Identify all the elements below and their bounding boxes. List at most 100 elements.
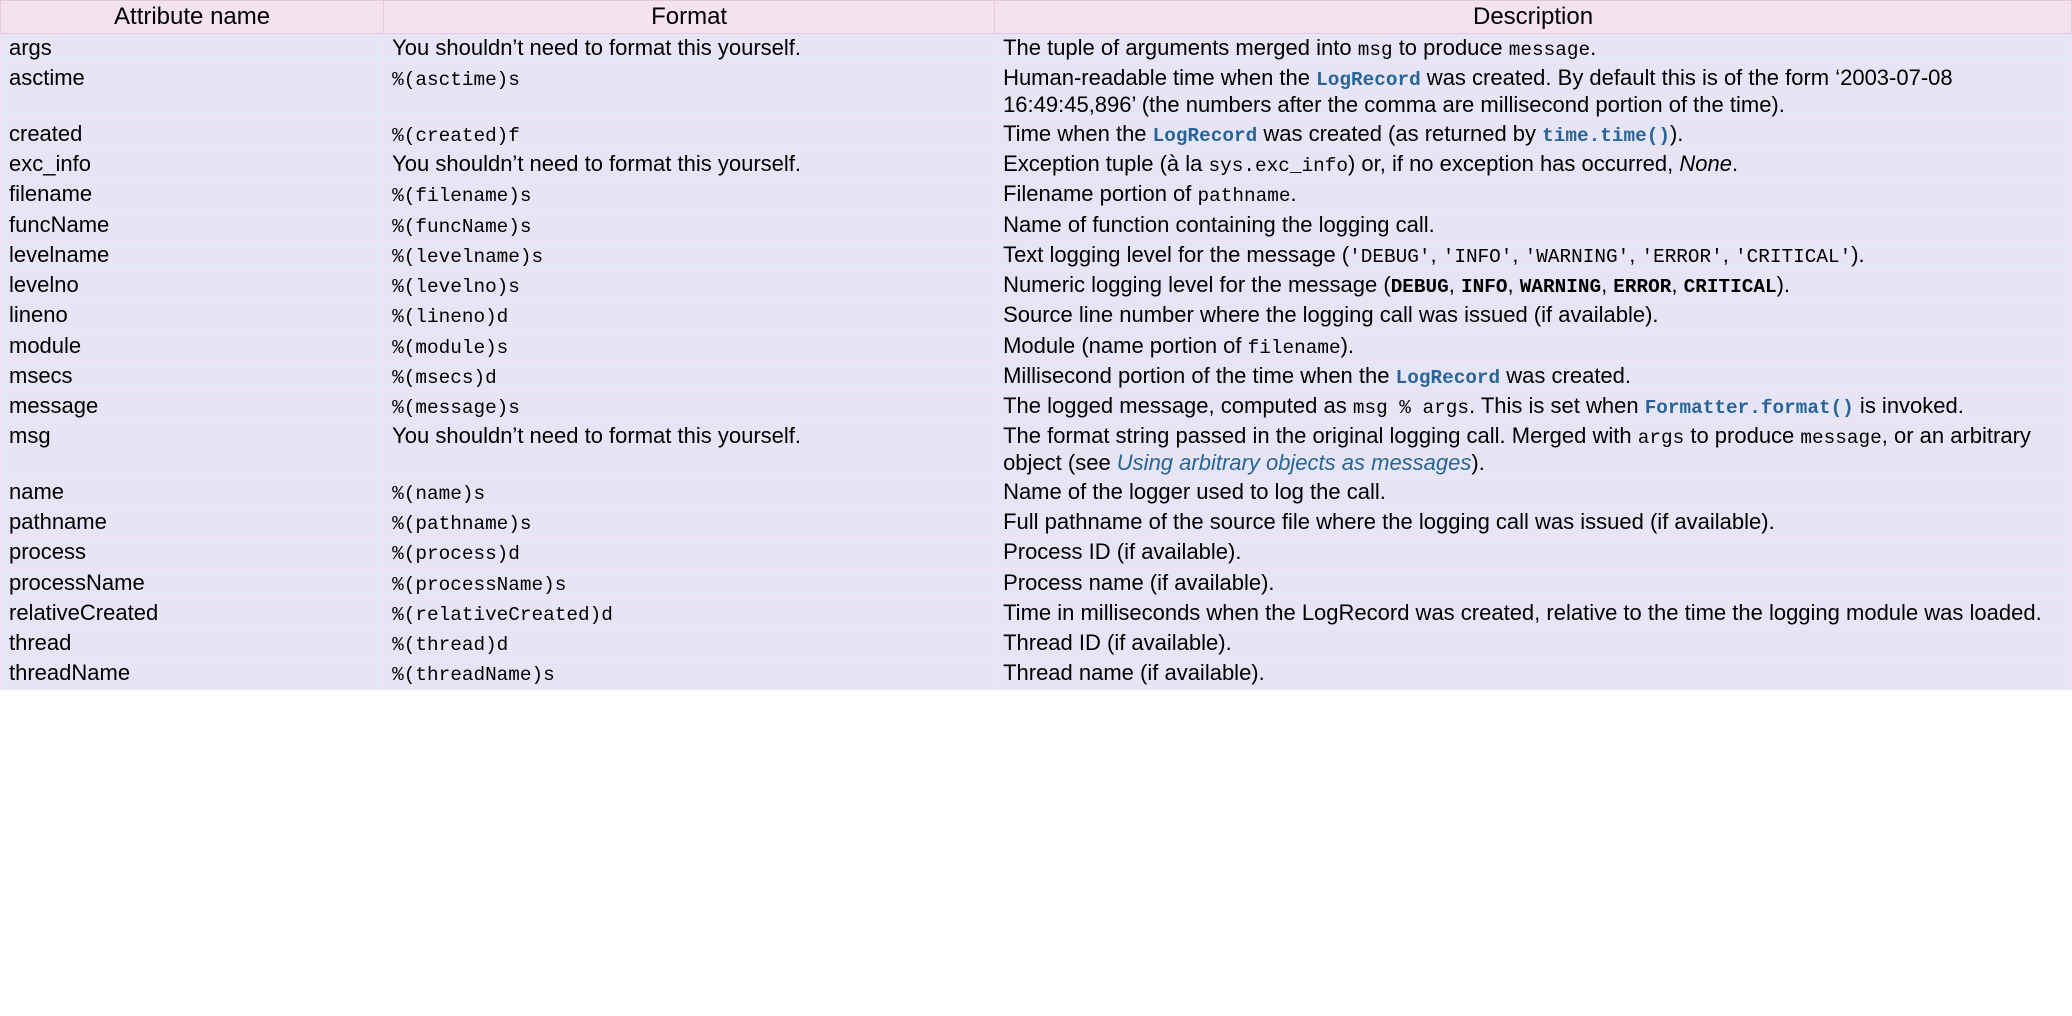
table-row: lineno%(lineno)dSource line number where… <box>1 301 2072 331</box>
table-row: module %(module)s Module (name portion of … <box>1 331 2072 361</box>
attr-name-cell: msg <box>1 422 384 478</box>
format-code: %(levelno)s <box>392 276 520 298</box>
table-row: created %(created)f Time when the LogRecor… <box>1 119 2072 149</box>
format-cell: %(lineno)d <box>384 301 995 331</box>
logrecord-attributes-table: Attribute name Format Description argsYo… <box>0 0 2072 690</box>
format-cell: %(levelname)s <box>384 240 995 270</box>
format-cell: %(relativeCreated)d <box>384 598 995 628</box>
table-row: threadName%(threadName)sThread name (if … <box>1 659 2072 689</box>
inline-code: msg % args <box>1353 397 1469 419</box>
format-cell: %(message)s <box>384 392 995 422</box>
format-cell: %(pathname)s <box>384 508 995 538</box>
inline-code: 'WARNING' <box>1525 246 1630 268</box>
format-cell: %(process)d <box>384 538 995 568</box>
table-row: argsYou shouldn’t need to format this yo… <box>1 34 2072 64</box>
description-cell: The format string passed in the original… <box>995 422 2072 478</box>
table-row: thread%(thread)dThread ID (if available)… <box>1 629 2072 659</box>
format-code: %(levelname)s <box>392 246 543 268</box>
table-row: levelname %(levelname)s Text logging level… <box>1 240 2072 270</box>
attr-name-cell: asctime <box>1 64 384 120</box>
code-link[interactable]: LogRecord <box>1316 69 1421 91</box>
format-code: %(created)f <box>392 125 520 147</box>
format-cell: %(processName)s <box>384 568 995 598</box>
inline-code: args <box>1638 427 1684 449</box>
format-code: %(process)d <box>392 543 520 565</box>
header-attribute-name: Attribute name <box>1 1 384 34</box>
attr-name-cell: filename <box>1 180 384 210</box>
attr-name-cell: pathname <box>1 508 384 538</box>
format-code: %(msecs)d <box>392 367 497 389</box>
format-code: %(asctime)s <box>392 69 520 91</box>
table-row: funcName %(funcName)s Name of function con… <box>1 210 2072 240</box>
table-row: process%(process)dProcess ID (if availab… <box>1 538 2072 568</box>
inline-code: 'DEBUG' <box>1349 246 1430 268</box>
format-cell: %(module)s <box>384 331 995 361</box>
inline-code: sys.exc_info <box>1209 155 1348 177</box>
attr-name-cell: funcName <box>1 210 384 240</box>
description-cell: Name of the logger used to log the call. <box>995 477 2072 507</box>
doc-link[interactable]: Using arbitrary objects as messages <box>1117 450 1472 475</box>
inline-code: pathname <box>1198 185 1291 207</box>
format-cell: %(created)f <box>384 119 995 149</box>
description-cell: Time when the LogRecord was created (as … <box>995 119 2072 149</box>
attr-name-cell: created <box>1 119 384 149</box>
code-strong: CRITICAL <box>1684 276 1777 298</box>
attr-name-cell: relativeCreated <box>1 598 384 628</box>
format-cell: %(threadName)s <box>384 659 995 689</box>
table-row: relativeCreated%(relativeCreated)dTime i… <box>1 598 2072 628</box>
code-link[interactable]: LogRecord <box>1153 125 1258 147</box>
format-code: %(message)s <box>392 397 520 419</box>
format-cell: %(msecs)d <box>384 361 995 391</box>
description-cell: The logged message, computed as msg % ar… <box>995 392 2072 422</box>
description-cell: Full pathname of the source file where t… <box>995 508 2072 538</box>
format-cell: You shouldn’t need to format this yourse… <box>384 34 995 64</box>
description-cell: Millisecond portion of the time when the… <box>995 361 2072 391</box>
table-row: asctime %(asctime)s Human-readable time wh… <box>1 64 2072 120</box>
description-cell: The tuple of arguments merged into msg t… <box>995 34 2072 64</box>
format-cell: You shouldn’t need to format this yourse… <box>384 150 995 180</box>
inline-code: 'ERROR' <box>1641 246 1722 268</box>
format-code: %(module)s <box>392 337 508 359</box>
attr-name-cell: levelname <box>1 240 384 270</box>
table-row: filename%(filename)sFilename portion of … <box>1 180 2072 210</box>
code-strong: INFO <box>1461 276 1507 298</box>
header-format: Format <box>384 1 995 34</box>
code-link[interactable]: LogRecord <box>1396 367 1501 389</box>
format-code: %(funcName)s <box>392 216 531 238</box>
format-cell: %(name)s <box>384 477 995 507</box>
format-code: %(thread)d <box>392 634 508 656</box>
table-row: name%(name)sName of the logger used to l… <box>1 477 2072 507</box>
inline-code: 'CRITICAL' <box>1735 246 1851 268</box>
table-row: processName%(processName)sProcess name (… <box>1 568 2072 598</box>
inline-code: filename <box>1248 337 1341 359</box>
description-cell: Human-readable time when the LogRecord w… <box>995 64 2072 120</box>
description-cell: Text logging level for the message ('DEB… <box>995 240 2072 270</box>
description-cell: Process ID (if available). <box>995 538 2072 568</box>
attr-name-cell: threadName <box>1 659 384 689</box>
code-strong: DEBUG <box>1391 276 1449 298</box>
attr-name-cell: lineno <box>1 301 384 331</box>
attr-name-cell: msecs <box>1 361 384 391</box>
code-link[interactable]: Formatter.format() <box>1645 397 1854 419</box>
format-cell: %(filename)s <box>384 180 995 210</box>
attr-name-cell: exc_info <box>1 150 384 180</box>
attr-name-cell: args <box>1 34 384 64</box>
attr-name-cell: module <box>1 331 384 361</box>
code-link[interactable]: time.time() <box>1542 125 1670 147</box>
table-row: msgYou shouldn’t need to format this you… <box>1 422 2072 478</box>
table-header-row: Attribute name Format Description <box>1 1 2072 34</box>
format-cell: %(funcName)s <box>384 210 995 240</box>
description-cell: Exception tuple (à la sys.exc_info) or, … <box>995 150 2072 180</box>
inline-code: message <box>1509 39 1590 61</box>
table-row: msecs %(msecs)d Millisecond portion of the… <box>1 361 2072 391</box>
format-code: %(lineno)d <box>392 306 508 328</box>
table-row: exc_infoYou shouldn’t need to format thi… <box>1 150 2072 180</box>
format-code: %(relativeCreated)d <box>392 604 613 626</box>
format-cell: %(thread)d <box>384 629 995 659</box>
format-code: %(processName)s <box>392 574 566 596</box>
inline-code: message <box>1800 427 1881 449</box>
attr-name-cell: message <box>1 392 384 422</box>
description-cell: Module (name portion of filename). <box>995 331 2072 361</box>
description-cell: Name of function containing the logging … <box>995 210 2072 240</box>
inline-code: msg <box>1358 39 1393 61</box>
